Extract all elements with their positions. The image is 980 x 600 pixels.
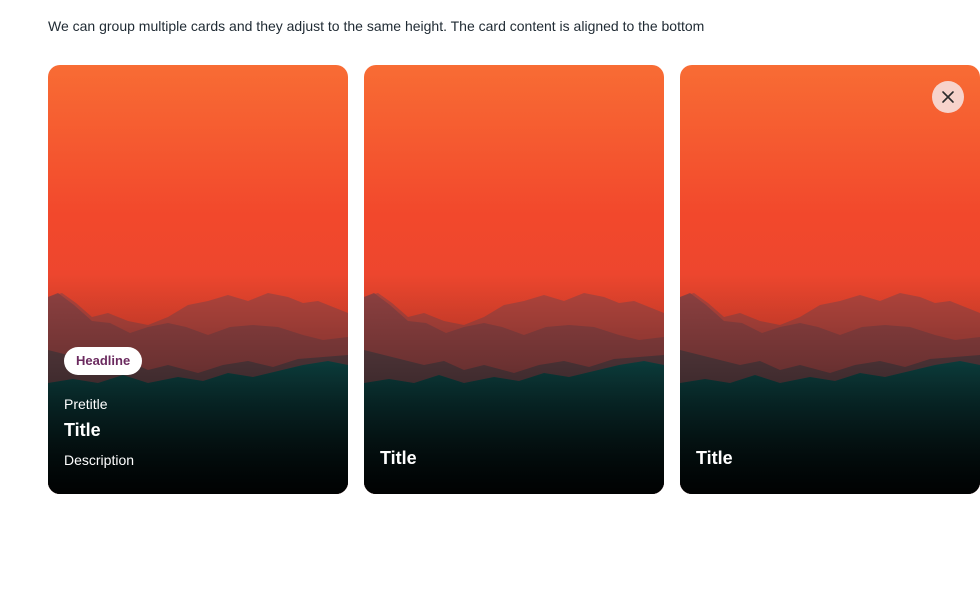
card-1[interactable]: Headline Pretitle Title Description <box>48 65 348 494</box>
card-3[interactable]: Title <box>680 65 980 494</box>
close-icon <box>942 91 954 103</box>
intro-text: We can group multiple cards and they adj… <box>48 18 705 34</box>
card-content: Headline Pretitle Title Description <box>64 347 332 469</box>
card-title: Title <box>380 448 417 468</box>
close-button[interactable] <box>932 81 964 113</box>
headline-badge: Headline <box>64 347 143 375</box>
card-title: Title <box>696 448 733 468</box>
card-title: Title <box>64 420 101 440</box>
card-2[interactable]: Title <box>364 65 664 494</box>
card-content: Title <box>696 447 964 469</box>
card-content: Title <box>380 447 648 469</box>
card-group: Headline Pretitle Title Description Titl… <box>48 65 980 494</box>
card-description: Description <box>64 452 135 468</box>
card-pretitle: Pretitle <box>64 396 108 412</box>
